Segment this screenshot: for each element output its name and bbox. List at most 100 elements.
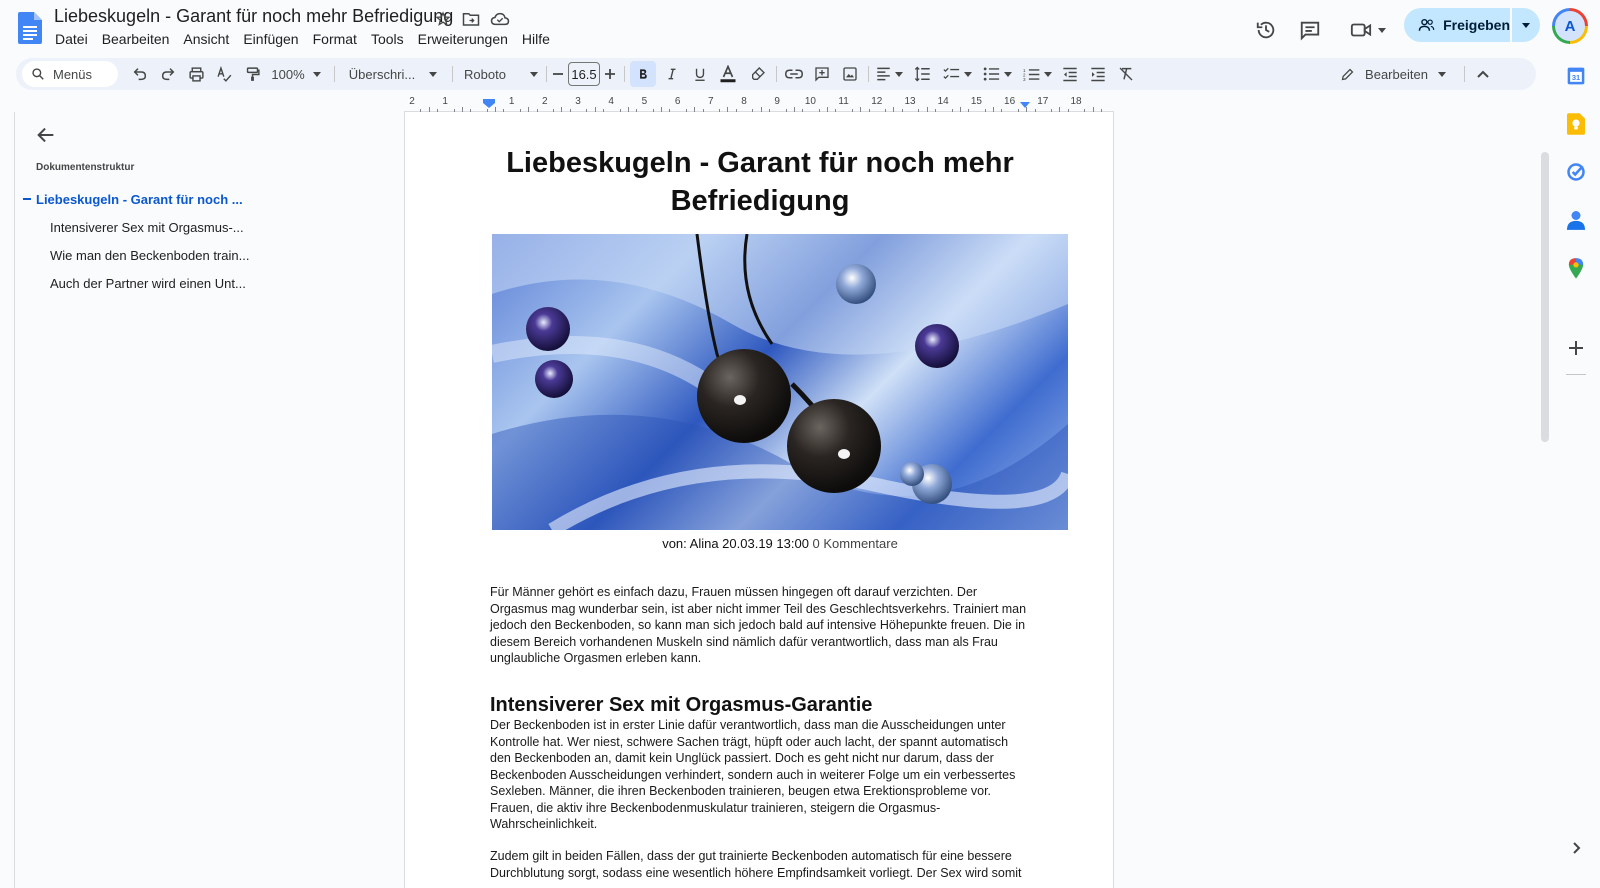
ruler-label: 10 (804, 96, 816, 107)
document-heading[interactable]: Liebeskugeln - Garant für noch mehr Befr… (490, 144, 1030, 220)
byline-author-date: von: Alina 20.03.19 13:00 (662, 536, 809, 551)
menu-bearbeiten[interactable]: Bearbeiten (95, 30, 177, 48)
menu-format[interactable]: Format (306, 30, 364, 48)
clear-formatting-icon[interactable] (1114, 58, 1138, 90)
ruler-label: 3 (575, 96, 581, 107)
undo-icon[interactable] (128, 58, 152, 90)
meet-dropdown-icon[interactable] (1378, 27, 1386, 33)
print-icon[interactable] (184, 58, 208, 90)
people-icon (1418, 18, 1435, 31)
menu-ansicht[interactable]: Ansicht (176, 30, 236, 48)
byline-comments[interactable]: 0 Kommentare (813, 536, 898, 551)
ruler-label: 14 (937, 96, 949, 107)
document-title[interactable]: Liebeskugeln - Garant für noch mehr Befr… (54, 6, 453, 27)
outline-item-title[interactable]: Liebeskugeln - Garant für noch ... (36, 192, 243, 207)
scrollbar-thumb[interactable] (1541, 152, 1549, 442)
outline-item-beckenboden-training[interactable]: Wie man den Beckenboden train... (50, 248, 249, 263)
toolbar-divider (334, 66, 335, 82)
toolbar: Menüs 100% Überschri... Roboto 16.5 1 2 … (16, 58, 1536, 90)
paragraph-style-select[interactable]: Überschri... (342, 58, 444, 90)
checklist-select[interactable] (938, 58, 976, 90)
love-balls-image[interactable] (492, 234, 1068, 530)
insert-image-icon[interactable] (838, 58, 862, 90)
increase-font-size-icon[interactable] (602, 58, 618, 90)
share-button[interactable]: Freigeben (1404, 8, 1510, 42)
hide-menus-chevron-up-icon[interactable] (1470, 58, 1496, 90)
editing-mode-dropdown-icon (1437, 71, 1446, 77)
toolbar-divider (1464, 66, 1465, 82)
line-spacing-icon[interactable] (910, 58, 934, 90)
ruler-label: 9 (774, 96, 780, 107)
menu-einfuegen[interactable]: Einfügen (236, 30, 305, 48)
svg-text:31: 31 (1572, 73, 1580, 82)
share-dropdown-icon[interactable] (1512, 8, 1540, 42)
insert-link-icon[interactable] (782, 58, 806, 90)
spellcheck-icon[interactable] (212, 58, 236, 90)
search-menus-button[interactable]: Menüs (22, 61, 118, 87)
editing-mode-select[interactable]: Bearbeiten (1334, 58, 1452, 90)
app-header: Liebeskugeln - Garant für noch mehr Befr… (0, 0, 1600, 56)
numbered-list-select[interactable]: 123 (1018, 58, 1056, 90)
side-panel: 31 (1552, 56, 1600, 888)
arrow-back-icon[interactable] (35, 124, 57, 146)
zoom-select[interactable]: 100% (268, 58, 324, 90)
docs-logo-icon[interactable] (18, 12, 42, 44)
account-avatar[interactable]: A (1552, 8, 1588, 44)
intro-paragraph[interactable]: Für Männer gehört es einfach dazu, Fraue… (490, 584, 1030, 667)
outline-item-partner[interactable]: Auch der Partner wird einen Unt... (50, 276, 246, 291)
numbered-list-dropdown-icon (1043, 71, 1052, 77)
font-size-input[interactable]: 16.5 (568, 62, 600, 86)
article-byline: von: Alina 20.03.19 13:00 0 Kommentare (492, 536, 1068, 551)
menu-hilfe[interactable]: Hilfe (515, 30, 557, 48)
highlight-color-icon[interactable] (746, 58, 770, 90)
body-paragraph[interactable]: Zudem gilt in beiden Fällen, dass der gu… (490, 848, 1030, 881)
horizontal-ruler[interactable]: 2 1 1 2 3 4 5 6 7 8 9 10 11 12 13 14 15 16 17 18 (404, 96, 1114, 112)
menu-erweiterungen[interactable]: Erweiterungen (411, 30, 515, 48)
calendar-icon[interactable]: 31 (1564, 64, 1588, 88)
version-history-icon[interactable] (1248, 12, 1284, 48)
underline-icon[interactable] (688, 58, 712, 90)
italic-icon[interactable] (660, 58, 684, 90)
editing-mode-label: Bearbeiten (1365, 66, 1428, 82)
text-color-icon[interactable] (716, 58, 740, 90)
toolbar-divider (624, 66, 625, 82)
ruler-label: 12 (871, 96, 883, 107)
decrease-font-size-icon[interactable] (550, 58, 566, 90)
paragraph-style-value: Überschri... (348, 66, 416, 82)
keep-icon[interactable] (1564, 112, 1588, 136)
menu-datei[interactable]: Datei (48, 30, 95, 48)
toolbar-divider (776, 66, 777, 82)
add-addon-icon[interactable] (1564, 336, 1588, 360)
chevron-right-icon[interactable] (1564, 836, 1588, 860)
document-page[interactable]: Liebeskugeln - Garant für noch mehr Befr… (404, 112, 1114, 888)
font-family-select[interactable]: Roboto (460, 58, 542, 90)
menu-tools[interactable]: Tools (364, 30, 411, 48)
outline-item-intensiverer-sex[interactable]: Intensiverer Sex mit Orgasmus-... (50, 220, 244, 235)
decrease-indent-icon[interactable] (1058, 58, 1082, 90)
cloud-saved-icon[interactable] (489, 8, 511, 30)
star-icon[interactable] (432, 8, 454, 30)
ruler-label: 1 (442, 96, 448, 107)
section-heading[interactable]: Intensiverer Sex mit Orgasmus-Garantie (490, 694, 872, 717)
add-comment-icon[interactable] (810, 58, 834, 90)
maps-icon[interactable] (1564, 256, 1588, 280)
body-paragraph[interactable]: Der Beckenboden ist in erster Linie dafü… (490, 717, 1030, 833)
align-select[interactable] (872, 58, 906, 90)
bulleted-list-select[interactable] (978, 58, 1016, 90)
paint-format-icon[interactable] (240, 58, 264, 90)
comments-icon[interactable] (1292, 12, 1328, 48)
redo-icon[interactable] (156, 58, 180, 90)
ruler-label: 2 (409, 96, 415, 107)
ruler-label: 17 (1037, 96, 1049, 107)
contacts-icon[interactable] (1564, 208, 1588, 232)
bold-icon[interactable] (630, 61, 656, 87)
tasks-icon[interactable] (1564, 160, 1588, 184)
increase-indent-icon[interactable] (1086, 58, 1110, 90)
meet-video-icon[interactable] (1344, 12, 1392, 48)
search-menus-label: Menüs (53, 66, 93, 82)
align-dropdown-icon (894, 71, 903, 77)
bulleted-list-dropdown-icon (1003, 71, 1012, 77)
move-folder-icon[interactable] (460, 8, 482, 30)
font-family-value: Roboto (464, 66, 506, 82)
checklist-icon (942, 67, 959, 80)
